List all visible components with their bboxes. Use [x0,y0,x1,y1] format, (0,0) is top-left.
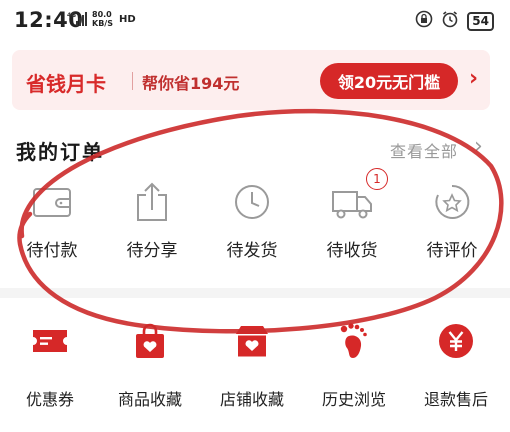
savings-card-banner[interactable]: 省钱月卡 帮你省194元 领20元无门槛 › [12,50,490,110]
alarm-icon [441,10,459,32]
svg-text:4G: 4G [67,12,76,19]
claim-coupon-button[interactable]: 领20元无门槛 [320,63,458,99]
order-pending-shipment[interactable]: 待发货 [212,180,292,261]
clock-icon [230,180,274,224]
truck-icon [330,180,374,224]
chevron-right-icon[interactable]: › [474,134,483,159]
tool-label: 退款售后 [423,390,488,409]
bag-heart-icon [131,322,169,360]
notification-badge: 1 [366,168,388,190]
tool-refund-aftersales[interactable]: 退款售后 [408,322,504,422]
yuan-refund-icon [437,322,475,360]
order-label: 待发货 [226,241,278,261]
view-all-orders-link[interactable]: 查看全部 [390,138,458,162]
review-star-icon [430,180,474,224]
tool-product-favorites[interactable]: 商品收藏 [102,322,198,422]
shop-heart-icon [233,322,271,360]
hd-indicator: HD [119,14,136,25]
order-pending-receipt[interactable]: 待收货 [312,180,392,261]
tool-label: 商品收藏 [117,390,182,409]
share-icon [130,180,174,224]
status-right: 54 [415,10,494,32]
banner-subtitle: 帮你省194元 [142,74,240,93]
order-label: 待收货 [326,241,378,261]
tool-shop-favorites[interactable]: 店铺收藏 [204,322,300,422]
order-label: 待付款 [26,241,78,261]
order-pending-review[interactable]: 待评价 [412,180,492,261]
tool-coupons[interactable]: 优惠券 [2,322,98,422]
banner-divider [132,72,133,90]
wallet-icon [30,180,74,224]
order-pending-payment[interactable]: 待付款 [12,180,92,261]
net-speed-unit: KB/S [92,19,113,28]
tool-label: 优惠券 [25,390,74,409]
status-bar: 12:40 4G 80.0 KB/S HD 54 [0,0,510,44]
orders-section-title: 我的订单 [16,140,104,164]
section-divider [0,288,510,298]
tool-browse-history[interactable]: 历史浏览 [306,322,402,422]
chevron-right-icon[interactable]: › [469,66,478,91]
order-label: 待分享 [126,241,178,261]
net-speed: 80.0 KB/S [92,10,113,28]
lock-rotation-icon [415,10,433,32]
order-label: 待评价 [426,241,478,261]
net-speed-value: 80.0 [92,10,112,19]
battery-icon: 54 [467,11,494,31]
tool-label: 历史浏览 [321,390,386,409]
order-pending-share[interactable]: 待分享 [112,180,192,261]
signal-icon: 4G [67,11,89,31]
tool-label: 店铺收藏 [219,390,284,409]
banner-title: 省钱月卡 [26,72,106,96]
coupon-icon [31,322,69,360]
footprint-icon [335,322,373,360]
